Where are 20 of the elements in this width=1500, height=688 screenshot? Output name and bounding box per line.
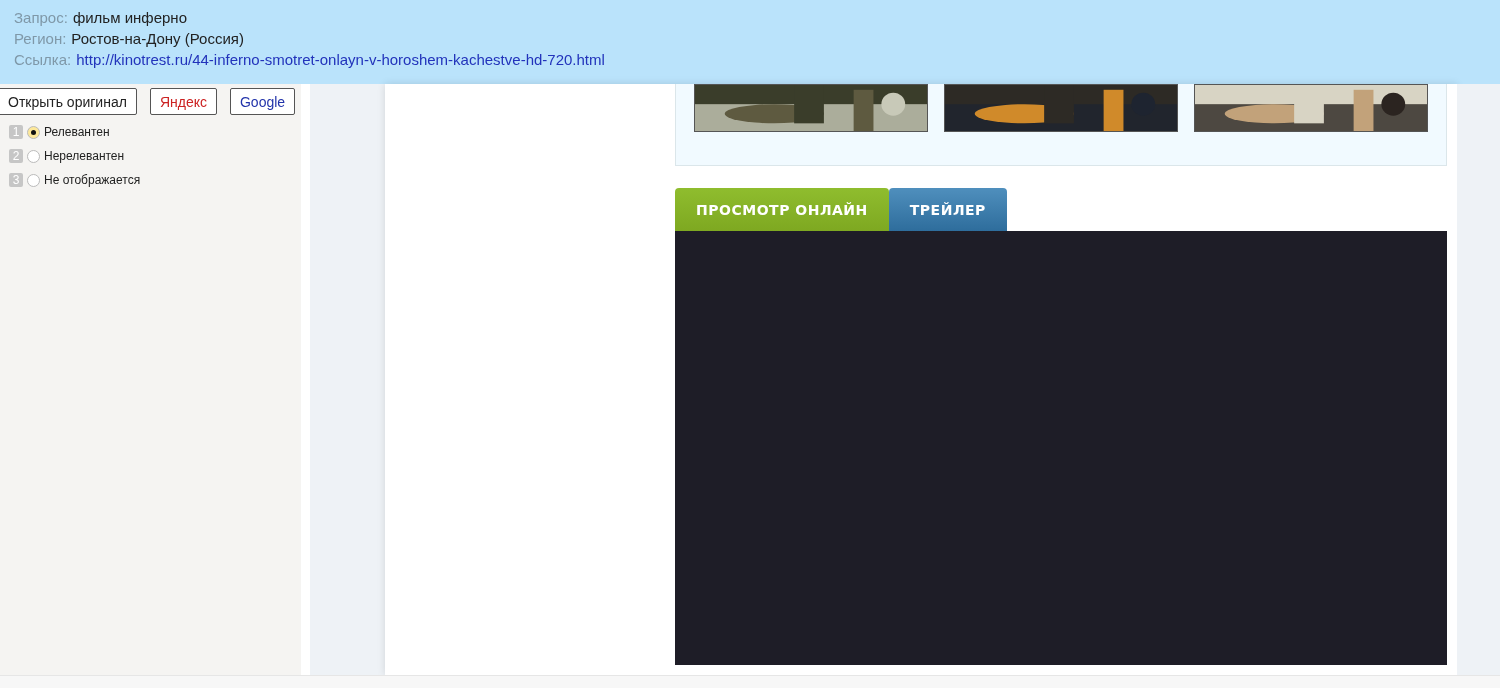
rating-label: Нерелевантен (44, 149, 125, 163)
rating-label: Не отображается (44, 173, 141, 187)
tab[interactable]: ТРЕЙЛЕР (888, 188, 1007, 231)
shortcut-number: 1 (9, 125, 23, 139)
radio-button[interactable] (27, 125, 40, 139)
rating-label: Релевантен (44, 125, 110, 139)
page-link[interactable]: http://kinotrest.ru/44-inferno-smotret-onlayn-v-horoshem-kachestve-hd-720.html (76, 50, 605, 69)
search-engine-button[interactable]: Яндекс (149, 88, 217, 115)
radio-button[interactable] (27, 173, 40, 187)
region-label: Регион: (14, 29, 67, 48)
query-value: фильм инферно (72, 8, 187, 27)
video-player[interactable] (675, 231, 1448, 665)
radio-button[interactable] (27, 149, 40, 163)
link-label: Ссылка: (14, 50, 72, 69)
query-label: Запрос: (14, 8, 68, 27)
shortcut-number: 3 (9, 173, 23, 187)
search-engine-button[interactable]: Google (230, 88, 296, 115)
region-value: Ростов-на-Дону (Россия) (71, 29, 244, 48)
shortcut-number: 2 (9, 149, 23, 163)
open-original-button[interactable]: Открыть оригинал (0, 88, 137, 115)
